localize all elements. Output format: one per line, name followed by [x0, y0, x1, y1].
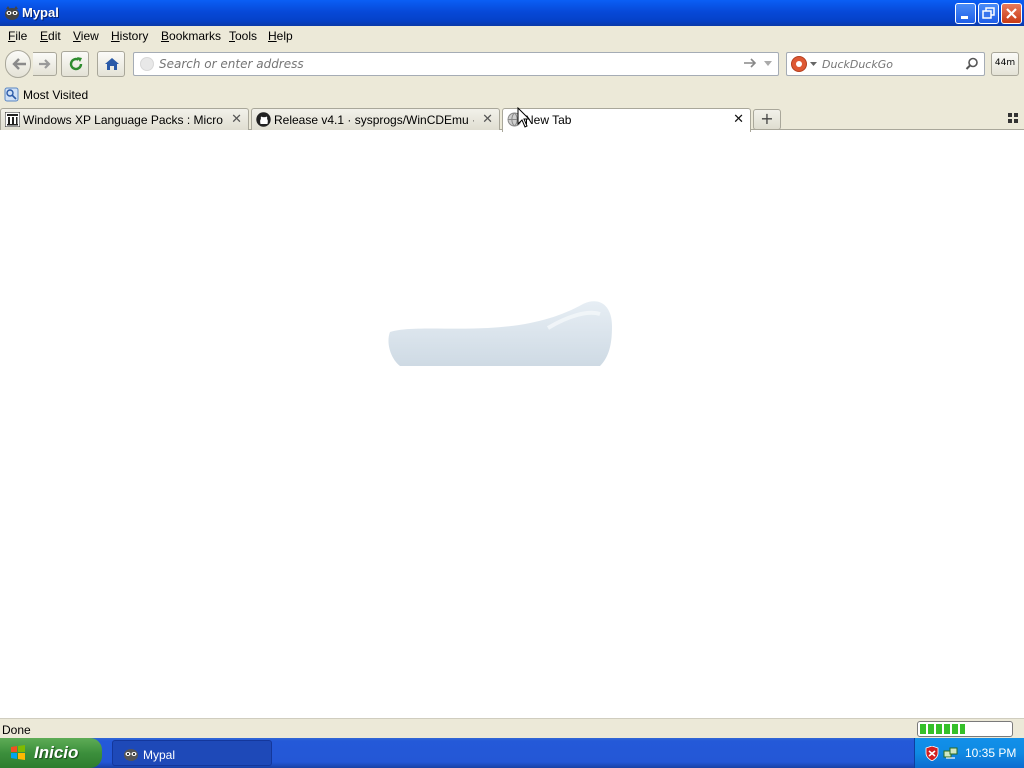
- url-dropdown-icon[interactable]: [763, 60, 773, 68]
- forward-button[interactable]: [33, 52, 57, 76]
- windows-logo-icon: [11, 745, 25, 760]
- menu-file[interactable]: File: [8, 29, 27, 43]
- search-input[interactable]: [822, 55, 962, 73]
- list-all-tabs-icon[interactable]: [1008, 113, 1019, 124]
- tab-label: Release v4.1 · sysprogs/WinCDEmu · Git..…: [274, 113, 474, 127]
- taskbar-item-label: Mypal: [143, 748, 176, 762]
- duckduckgo-icon[interactable]: [791, 56, 807, 72]
- tab-close-icon[interactable]: ✕: [733, 112, 744, 127]
- bookmarks-toolbar: Most Visited: [0, 84, 1024, 106]
- back-button[interactable]: [5, 50, 31, 78]
- title-bar[interactable]: Mypal: [0, 0, 1024, 26]
- tab-new-tab[interactable]: New Tab ✕: [502, 108, 751, 132]
- close-icon: [1006, 8, 1017, 19]
- address-bar[interactable]: [133, 52, 779, 76]
- forward-arrow-icon: [39, 59, 51, 69]
- new-tab-button[interactable]: +: [753, 109, 781, 130]
- most-visited-folder-icon: [4, 87, 19, 102]
- minimize-icon: [961, 16, 968, 19]
- tab-release-wincdemu[interactable]: Release v4.1 · sysprogs/WinCDEmu · Git..…: [251, 108, 500, 131]
- new-tab-background-art: [388, 301, 612, 366]
- menu-help[interactable]: Help: [268, 29, 293, 43]
- browser-window: Mypal File Edit View History Bookmarks T…: [0, 0, 1024, 738]
- search-bar[interactable]: [786, 52, 985, 76]
- search-icon[interactable]: [965, 57, 979, 71]
- minimize-button[interactable]: [955, 3, 976, 24]
- page-identity-icon[interactable]: [140, 57, 154, 71]
- menu-history[interactable]: History: [111, 29, 148, 43]
- progress-fill: [920, 724, 965, 734]
- reload-icon: [69, 57, 83, 71]
- home-icon: [105, 58, 119, 70]
- start-label: Inicio: [34, 743, 79, 762]
- mypal-raccoon-icon: [124, 749, 138, 761]
- mouse-cursor-icon: [517, 107, 531, 128]
- tab-windows-xp-language-packs[interactable]: Windows XP Language Packs : Microsoft ..…: [0, 108, 249, 131]
- engine-dropdown-icon[interactable]: [810, 62, 817, 67]
- tab-close-icon[interactable]: ✕: [482, 112, 493, 127]
- menu-view[interactable]: View: [73, 29, 99, 43]
- timer-label: 44m: [994, 58, 1016, 68]
- security-shield-icon[interactable]: [925, 746, 939, 761]
- tab-label: New Tab: [525, 113, 572, 127]
- navigation-toolbar: 44m: [0, 46, 1024, 82]
- clock[interactable]: 10:35 PM: [965, 746, 1016, 760]
- page-content[interactable]: [0, 130, 1024, 718]
- menu-bookmarks[interactable]: Bookmarks: [161, 29, 221, 43]
- taskbar-item-mypal[interactable]: Mypal: [112, 740, 272, 766]
- menu-edit[interactable]: Edit: [40, 29, 61, 43]
- close-button[interactable]: [1001, 3, 1022, 24]
- go-arrow-icon[interactable]: [743, 56, 757, 70]
- status-bar: Done: [0, 718, 1024, 738]
- timer-button[interactable]: 44m: [991, 52, 1019, 76]
- back-arrow-icon: [12, 58, 26, 70]
- reload-button[interactable]: [61, 51, 89, 77]
- status-text: Done: [2, 723, 31, 737]
- system-tray: 10:35 PM: [914, 738, 1024, 768]
- url-input[interactable]: [159, 55, 719, 73]
- most-visited-bookmark[interactable]: Most Visited: [23, 88, 88, 102]
- menu-bar: File Edit View History Bookmarks Tools H…: [0, 26, 1024, 46]
- github-icon: [256, 112, 271, 127]
- plus-icon: +: [760, 109, 774, 128]
- restore-icon: [982, 7, 995, 19]
- mypal-raccoon-icon: [5, 6, 19, 20]
- restore-button[interactable]: [978, 3, 999, 24]
- taskbar: Inicio Mypal 10:35 PM: [0, 738, 1024, 768]
- window-title: Mypal: [22, 5, 59, 20]
- home-button[interactable]: [97, 51, 125, 77]
- archive-org-icon: [5, 112, 20, 127]
- network-icon[interactable]: [943, 746, 958, 761]
- progress-meter: [917, 721, 1013, 737]
- start-button[interactable]: Inicio: [0, 738, 102, 768]
- tab-close-icon[interactable]: ✕: [231, 112, 242, 127]
- tab-strip: Windows XP Language Packs : Microsoft ..…: [0, 106, 1024, 132]
- tab-label: Windows XP Language Packs : Microsoft ..…: [23, 113, 223, 127]
- menu-tools[interactable]: Tools: [229, 29, 257, 43]
